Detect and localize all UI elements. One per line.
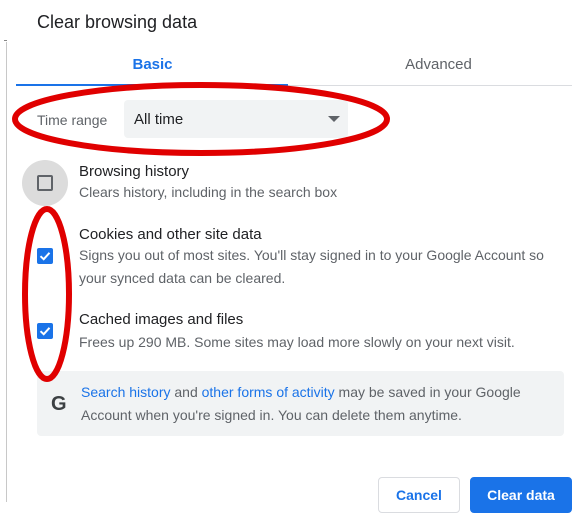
time-range-label: Time range: [37, 112, 108, 128]
dropdown-caret-icon: [328, 116, 340, 122]
cookies-description: Signs you out of most sites. You'll stay…: [79, 247, 544, 286]
dialog-title: Clear browsing data: [37, 12, 198, 32]
browsing-history-checkbox[interactable]: [37, 175, 53, 191]
tab-advanced[interactable]: Advanced: [396, 56, 481, 73]
window-edge-divider: [6, 42, 7, 502]
cookies-title: Cookies and other site data: [79, 226, 262, 243]
other-activity-link[interactable]: other forms of activity: [202, 384, 335, 400]
google-account-info-box: G Search history and other forms of acti…: [37, 371, 564, 436]
cancel-button[interactable]: Cancel: [378, 477, 460, 513]
checkmark-icon: [39, 327, 51, 336]
window-edge-tick: [4, 40, 7, 41]
annotation-ellipse-checkboxes: [22, 206, 72, 382]
tab-basic[interactable]: Basic: [110, 56, 195, 73]
clear-data-button[interactable]: Clear data: [470, 477, 572, 513]
cached-images-description: Frees up 290 MB. Some sites may load mor…: [79, 334, 515, 350]
time-range-value: All time: [134, 111, 184, 128]
search-history-link[interactable]: Search history: [81, 384, 170, 400]
cookies-checkbox[interactable]: [37, 248, 53, 264]
checkmark-icon: [39, 252, 51, 261]
info-text: Search history and other forms of activi…: [81, 381, 551, 427]
cached-images-title: Cached images and files: [79, 311, 244, 328]
browsing-history-description: Clears history, including in the search …: [79, 184, 338, 200]
active-tab-indicator: [16, 84, 288, 86]
google-g-icon: G: [51, 393, 67, 415]
time-range-select[interactable]: All time: [124, 100, 348, 138]
browsing-history-title: Browsing history: [79, 163, 190, 180]
info-text-part: and: [170, 384, 202, 400]
cached-images-checkbox[interactable]: [37, 323, 53, 339]
